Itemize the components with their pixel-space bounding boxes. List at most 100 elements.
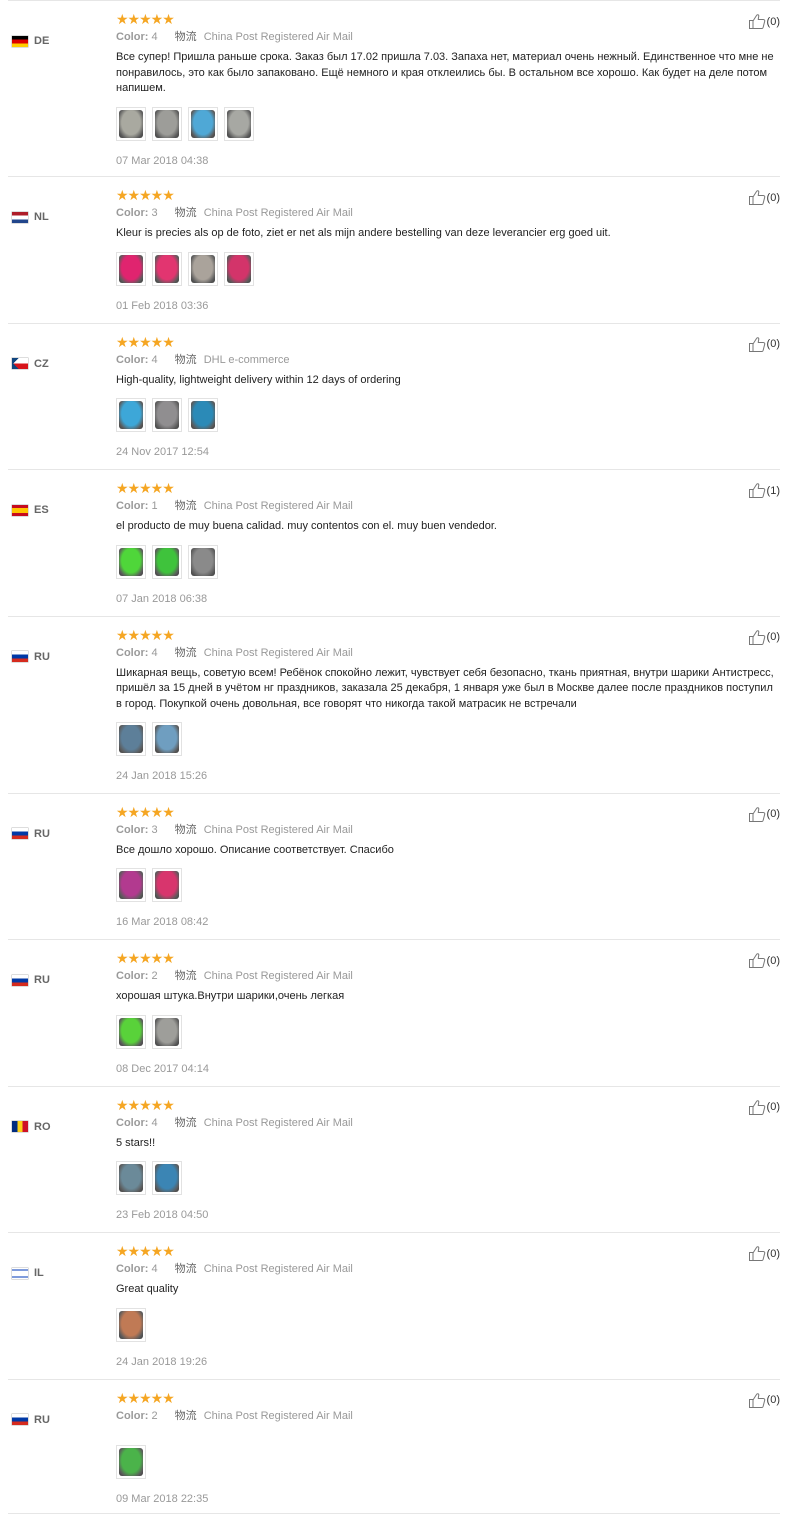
reviewer-info: RU (12, 826, 50, 842)
review-meta: Color: 4 物流 China Post Registered Air Ma… (116, 1116, 780, 1130)
review-photo-thumbnail[interactable] (188, 544, 218, 579)
reviewer-country: IL (34, 1267, 44, 1279)
review-photos (116, 106, 780, 141)
helpful-button[interactable]: (0) (748, 629, 780, 646)
review-item: RU ★★★★★ Color: 3 物流 China Post Register… (8, 794, 780, 940)
review-photo-thumbnail[interactable] (152, 1161, 182, 1195)
review-photo-thumbnail[interactable] (152, 722, 182, 756)
helpful-button[interactable]: (0) (748, 1245, 780, 1262)
review-text: Все супер! Пришла раньше срока. Заказ бы… (116, 51, 774, 94)
review-photo-thumbnail[interactable] (116, 398, 146, 432)
country-flag-icon (12, 1121, 28, 1132)
review-item: RU ★★★★★ Color: 2 物流 China Post Register… (8, 940, 780, 1087)
review-photo-thumbnail[interactable] (152, 398, 182, 432)
review-photos (116, 1444, 780, 1479)
review-photo-thumbnail[interactable] (152, 251, 182, 286)
helpful-button[interactable]: (0) (748, 1392, 780, 1409)
thumbs-up-icon (748, 806, 765, 822)
color-value: 3 (151, 823, 158, 836)
reviewer-country: RO (34, 1120, 51, 1133)
star-rating: ★★★★★ (116, 950, 175, 966)
review-photo-thumbnail[interactable] (116, 1307, 146, 1342)
photo-image (155, 109, 179, 138)
logistics-value: China Post Registered Air Mail (203, 1116, 353, 1129)
review-photos (116, 1307, 780, 1342)
review-photo-thumbnail[interactable] (116, 1161, 146, 1195)
review-date: 08 Dec 2017 04:14 (116, 1062, 209, 1075)
country-flag-icon (12, 974, 28, 986)
helpful-count: (0) (766, 631, 780, 643)
review-photo-thumbnail[interactable] (116, 1444, 146, 1479)
color-value: 3 (151, 207, 158, 219)
country-flag-icon (12, 828, 28, 839)
reviewer-country: DE (34, 35, 50, 47)
logistics-label: 物流 (174, 970, 197, 982)
review-photo-thumbnail[interactable] (116, 544, 146, 579)
review-text: High-quality, lightweight delivery withi… (116, 373, 401, 386)
helpful-button[interactable]: (0) (748, 189, 780, 206)
logistics-label: 物流 (174, 646, 197, 659)
review-photo-thumbnail[interactable] (116, 1014, 146, 1049)
helpful-button[interactable]: (0) (748, 952, 780, 969)
review-photos (116, 398, 780, 432)
reviewer-country: RU (34, 650, 50, 663)
helpful-button[interactable]: (0) (748, 806, 780, 823)
review-content: ★★★★★ Color: 4 物流 China Post Registered … (116, 1098, 780, 1221)
photo-image (227, 109, 251, 138)
review-photo-thumbnail[interactable] (188, 106, 218, 141)
review-photo-thumbnail[interactable] (116, 106, 146, 141)
helpful-button[interactable]: (0) (748, 1099, 780, 1116)
review-photo-thumbnail[interactable] (116, 722, 146, 756)
color-value: 4 (151, 646, 158, 659)
country-flag-icon (12, 504, 28, 516)
review-photo-thumbnail[interactable] (188, 251, 218, 286)
review-meta: Color: 4 物流 China Post Registered Air Ma… (116, 646, 780, 660)
helpful-button[interactable]: (1) (748, 482, 780, 499)
review-content: ★★★★★ Color: 2 物流 China Post Registered … (116, 1391, 780, 1505)
logistics-label: 物流 (174, 353, 197, 366)
review-photos (116, 1161, 780, 1195)
country-flag-icon (12, 211, 28, 223)
review-photo-thumbnail[interactable] (224, 251, 254, 286)
photo-image (155, 725, 179, 753)
color-value: 2 (151, 970, 158, 982)
logistics-value: China Post Registered Air Mail (203, 1409, 353, 1422)
helpful-count: (0) (766, 15, 780, 28)
logistics-label: 物流 (174, 1263, 197, 1275)
review-photo-thumbnail[interactable] (224, 106, 254, 141)
review-date: 24 Nov 2017 12:54 (116, 446, 209, 458)
star-rating: ★★★★★ (116, 803, 175, 820)
review-photo-thumbnail[interactable] (116, 251, 146, 286)
logistics-value: China Post Registered Air Mail (203, 1263, 353, 1275)
review-photo-thumbnail[interactable] (152, 544, 182, 579)
star-rating: ★★★★★ (116, 1243, 175, 1259)
review-photo-thumbnail[interactable] (152, 868, 182, 902)
review-content: ★★★★★ Color: 3 物流 China Post Registered … (116, 803, 780, 928)
logistics-value: DHL e-commerce (203, 353, 290, 366)
star-rating: ★★★★★ (116, 626, 175, 643)
review-photo-thumbnail[interactable] (116, 868, 146, 902)
color-value: 4 (151, 353, 158, 366)
review-meta: Color: 2 物流 China Post Registered Air Ma… (116, 1409, 780, 1423)
reviewer-country: RU (34, 827, 50, 840)
photo-image (155, 547, 179, 576)
review-photo-thumbnail[interactable] (152, 106, 182, 141)
review-date: 07 Jan 2018 06:38 (116, 592, 208, 605)
color-value: 1 (151, 500, 158, 512)
review-text: Great quality (116, 1283, 179, 1295)
review-item: DE ★★★★★ Color: 4 物流 China Post Register… (8, 0, 780, 177)
helpful-button[interactable]: (0) (748, 13, 780, 30)
reviewer-country: RU (34, 974, 50, 986)
helpful-button[interactable]: (0) (748, 336, 780, 353)
review-photo-thumbnail[interactable] (188, 398, 218, 432)
logistics-label: 物流 (174, 823, 197, 836)
logistics-label: 物流 (174, 500, 197, 512)
review-photo-thumbnail[interactable] (152, 1014, 182, 1049)
reviewer-info: DE (12, 33, 49, 49)
review-meta: Color: 3 物流 China Post Registered Air Ma… (116, 206, 780, 220)
review-content: ★★★★★ Color: 4 物流 China Post Registered … (116, 626, 780, 782)
review-date: 24 Jan 2018 15:26 (116, 770, 208, 782)
helpful-count: (0) (766, 954, 780, 967)
helpful-count: (0) (766, 338, 780, 350)
country-flag-icon (12, 1414, 28, 1425)
